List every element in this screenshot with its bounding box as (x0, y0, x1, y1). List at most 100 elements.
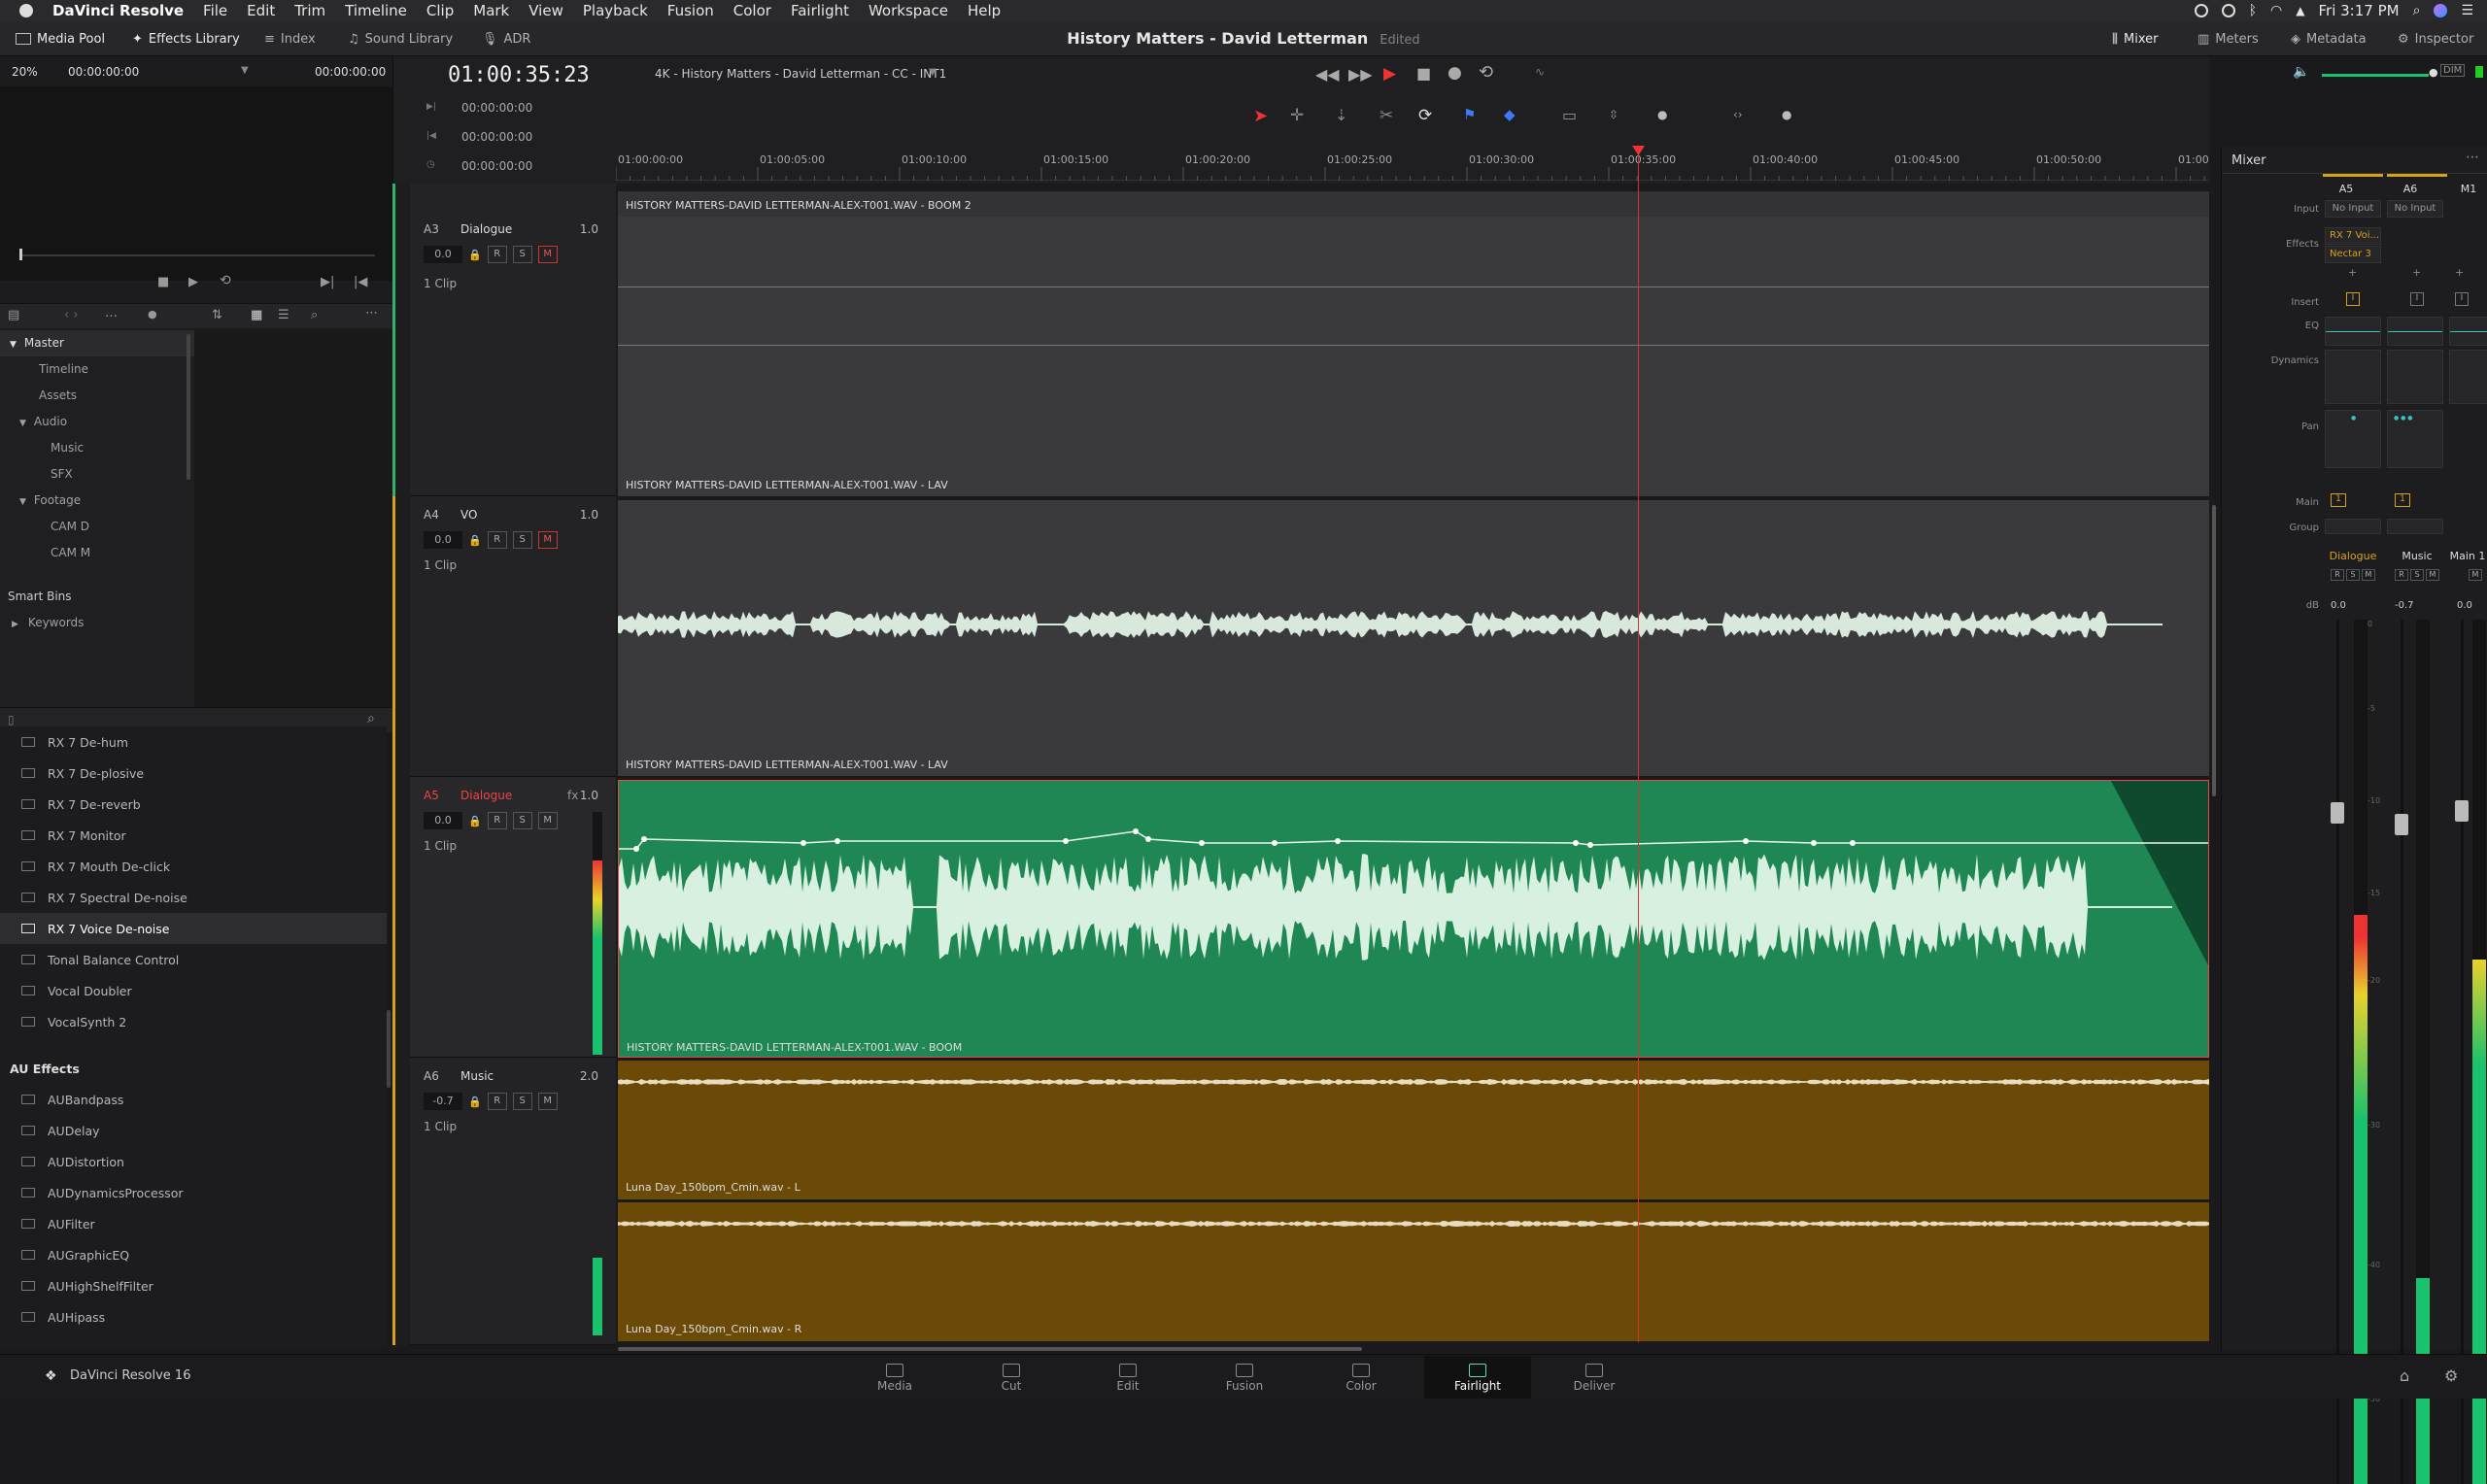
play-icon[interactable]: ▶ (188, 275, 198, 289)
effect-audelay[interactable]: AUDelay (0, 1115, 387, 1146)
a5-eq-graph[interactable] (2325, 317, 2381, 346)
mute-button[interactable]: M (537, 1093, 558, 1110)
menu-file[interactable]: File (203, 2, 227, 19)
track-header-a4[interactable]: A4 VO 1.0 0.0 🔒 R S M 1 Clip (410, 496, 616, 777)
timeline-scrollbar-thumb[interactable] (618, 1347, 1362, 1351)
menu-fusion[interactable]: Fusion (667, 2, 714, 19)
m1-channel-name[interactable]: Main 1 (2447, 550, 2487, 562)
effect-aubandpass[interactable]: AUBandpass (0, 1084, 387, 1115)
clip-volume-line[interactable] (618, 345, 2209, 346)
page-color[interactable]: Color (1308, 1356, 1414, 1399)
menu-color[interactable]: Color (733, 2, 771, 19)
bin-tree-scrollbar[interactable] (187, 334, 190, 480)
a6-insert-button[interactable]: I (2410, 292, 2424, 306)
page-cut[interactable]: Cut (958, 1356, 1065, 1399)
monitor-volume-knob[interactable]: ● (2429, 66, 2438, 79)
index-button[interactable]: ≡ Index (264, 21, 316, 56)
effects-sidebar-icon[interactable]: ▯ (8, 713, 15, 726)
m1-fader-value[interactable]: 0.0 (2457, 600, 2472, 611)
transport-record-icon[interactable]: ● (1448, 63, 1462, 83)
track-header-a6[interactable]: A6 Music 2.0 -0.7 🔒 R S M 1 Clip (410, 1058, 616, 1345)
a6-pan-control[interactable]: ● ● ● (2387, 410, 2443, 468)
solo-button[interactable]: S (512, 1093, 532, 1110)
a6-dynamics-graph[interactable] (2387, 350, 2443, 404)
transport-play-icon[interactable]: ▶ (1383, 64, 1396, 84)
bin-footage[interactable]: ▼ Footage (0, 488, 194, 514)
bluetooth-icon[interactable]: ᛒ (2249, 3, 2257, 18)
list-view-icon[interactable]: ☰ (278, 308, 290, 322)
effect-augraphiceq[interactable]: AUGraphicEQ (0, 1239, 387, 1270)
effect-vocalsynth-2[interactable]: VocalSynth 2 (0, 1006, 387, 1037)
a6-eq-graph[interactable] (2387, 317, 2443, 346)
lock-icon[interactable]: 🔒 (468, 1096, 482, 1108)
marker-icon[interactable]: ◆ (1504, 106, 1516, 123)
track-gain[interactable]: 0.0 (424, 246, 462, 263)
track-name[interactable]: Dialogue (460, 789, 512, 802)
transport-stop-icon[interactable]: ■ (1416, 64, 1431, 83)
zoom-slider-knob[interactable]: ● (1657, 108, 1667, 121)
fast-forward-icon[interactable]: ▶▶ (1348, 65, 1373, 84)
menu-mark[interactable]: Mark (473, 2, 509, 19)
a6-input-selector[interactable]: No Input (2387, 200, 2443, 218)
clip-a5[interactable]: HISTORY MATTERS-DAVID LETTERMAN-ALEX-T00… (618, 780, 2209, 1058)
effect-rx7-voice-de-noise[interactable]: RX 7 Voice De-noise (0, 913, 387, 944)
a6-fader-knob[interactable] (2395, 814, 2408, 835)
inspector-button[interactable]: ⚙ Inspector (2398, 21, 2473, 56)
bin-cam-m[interactable]: CAM M (0, 540, 194, 566)
search-icon[interactable]: ⌕ (311, 308, 318, 322)
bin-master[interactable]: ▼ Master (0, 330, 194, 356)
a6-group-slot[interactable] (2387, 519, 2443, 534)
effect-vocal-doubler[interactable]: Vocal Doubler (0, 975, 387, 1006)
viewer-scrubber[interactable] (19, 254, 375, 256)
smart-bin-keywords[interactable]: ▶ Keywords (0, 610, 194, 636)
a5-input-selector[interactable]: No Input (2325, 200, 2381, 218)
m1-fader-knob[interactable] (2455, 800, 2469, 822)
timeline-scrollbar-track[interactable] (618, 1344, 2209, 1354)
lock-icon[interactable]: 🔒 (468, 815, 482, 827)
m1-add-effect-icon[interactable]: + (2455, 266, 2464, 279)
options-icon[interactable]: ⋯ (365, 306, 378, 320)
home-icon[interactable]: ⌂ (2400, 1366, 2409, 1385)
lock-icon[interactable]: 🔒 (468, 534, 482, 547)
track-height-icon[interactable]: ▭ (1562, 106, 1577, 124)
menu-view[interactable]: View (528, 2, 563, 19)
au-effects-header[interactable]: AU Effects (0, 1053, 387, 1084)
dim-icon[interactable]: DIM (2440, 64, 2466, 77)
m1-eq-graph[interactable] (2449, 317, 2487, 346)
menu-help[interactable]: Help (968, 2, 1001, 19)
solo-button[interactable]: S (512, 531, 532, 549)
timeline-ruler[interactable]: 01:00:00:00 01:00:05:00 01:00:10:00 01:0… (616, 146, 2209, 181)
effect-auhipass[interactable]: AUHipass (0, 1301, 387, 1332)
monitor-volume-slider[interactable] (2322, 74, 2429, 77)
clip-a3[interactable]: HISTORY MATTERS-DAVID LETTERMAN-ALEX-T00… (618, 191, 2209, 496)
siri-icon[interactable] (2434, 4, 2448, 17)
stop-icon[interactable]: ■ (157, 275, 169, 289)
prev-frame-icon[interactable]: |◀ (354, 275, 367, 289)
viewer-playhead[interactable] (19, 249, 22, 260)
menu-edit[interactable]: Edit (247, 2, 275, 19)
bin-sfx[interactable]: SFX (0, 461, 194, 488)
a6-solo-button[interactable]: S (2410, 569, 2424, 581)
bin-contents[interactable] (194, 330, 392, 709)
record-arm-button[interactable]: R (487, 531, 507, 549)
transport-loop-icon[interactable]: ⟲ (1479, 62, 1493, 83)
playhead-line[interactable] (1638, 148, 1639, 1342)
page-fairlight[interactable]: Fairlight (1424, 1356, 1531, 1399)
record-arm-button[interactable]: R (487, 812, 507, 829)
mute-button[interactable]: M (537, 812, 558, 829)
a5-mute-button[interactable]: M (2362, 569, 2375, 581)
track-volume[interactable]: 1.0 (580, 222, 598, 236)
timeline-dropdown-icon[interactable]: ▼ (929, 67, 937, 78)
m1-insert-button[interactable]: I (2455, 292, 2469, 306)
range-tool-icon[interactable]: ✛ (1290, 106, 1304, 125)
a5-solo-button[interactable]: S (2346, 569, 2360, 581)
bin-audio[interactable]: ▼ Audio (0, 409, 194, 435)
zoom-horizontal-icon[interactable]: ‹› (1733, 108, 1743, 121)
solo-button[interactable]: S (512, 246, 532, 263)
notification-center-icon[interactable]: ☰ (2461, 3, 2473, 18)
effect-aufilter[interactable]: AUFilter (0, 1208, 387, 1239)
speaker-icon[interactable]: 🔈 (2293, 64, 2309, 80)
track-gain[interactable]: 0.0 (424, 812, 462, 829)
time-machine-icon[interactable] (2221, 4, 2235, 17)
spotlight-search-icon[interactable]: ⌕ (2413, 3, 2421, 18)
